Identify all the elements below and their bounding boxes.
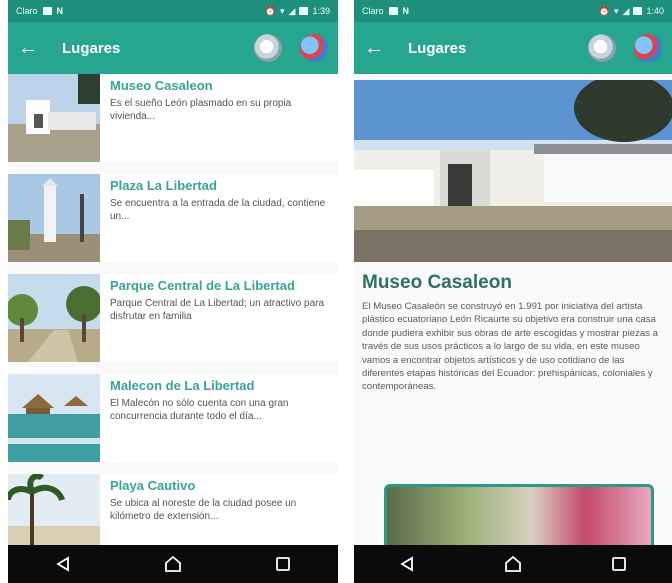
status-bar: Claro N ⏰ ▾ ◢ 1:39 (8, 0, 338, 22)
arrow-left-icon[interactable]: ← (364, 37, 394, 60)
museum-photo (8, 74, 100, 162)
clock-label: 1:39 (312, 6, 330, 16)
park-photo (8, 274, 102, 362)
place-detail-screen: Claro N ⏰ ▾ ◢ 1:40 ← Lugares Museo Casal… (354, 0, 672, 583)
nav-home-icon[interactable] (499, 550, 527, 578)
museum-facade-photo (354, 80, 672, 262)
place-title: Playa Cautivo (110, 478, 196, 493)
place-description: Se ubica al noreste de la ciudad posee u… (110, 498, 297, 522)
list-item[interactable]: Malecon de La Libertad El Malecón no sól… (8, 374, 338, 462)
signal-icon: ◢ (622, 5, 630, 16)
nav-home-icon[interactable] (159, 550, 187, 578)
detail-title: Museo Casaleon (362, 272, 512, 293)
beach-photo (8, 473, 100, 545)
carrier-label: Claro (16, 6, 38, 16)
list-item[interactable]: Playa Cautivo Se ubica al noreste de la … (8, 473, 338, 545)
place-description: Parque Central de La Libertad; un atract… (110, 298, 325, 322)
navigation-bar (354, 545, 672, 583)
carrier-label: Claro (362, 6, 384, 16)
n-notification-icon: N (56, 6, 64, 16)
place-title: Plaza La Libertad (110, 178, 217, 193)
nav-recents-icon[interactable] (605, 550, 633, 578)
plaza-photo (8, 174, 100, 262)
wifi-icon: ▾ (614, 5, 619, 16)
clock-label: 1:40 (646, 6, 664, 16)
place-hero-image (354, 80, 672, 262)
list-item[interactable]: Museo Casaleon Es el sueño León plasmado… (8, 74, 338, 162)
place-thumbnail (8, 74, 100, 162)
search-icon[interactable] (254, 34, 282, 62)
places-list-screen: Claro N ⏰ ▾ ◢ 1:39 ← Lugares Museo Casal… (8, 0, 338, 583)
app-bar: ← Lugares (8, 22, 338, 74)
arrow-left-icon[interactable]: ← (18, 37, 48, 60)
nav-back-icon[interactable] (393, 550, 421, 578)
app-title: Lugares (408, 39, 467, 57)
alarm-icon: ⏰ (598, 5, 611, 16)
list-item[interactable]: Plaza La Libertad Se encuentra a la entr… (8, 174, 338, 262)
alarm-icon: ⏰ (264, 5, 277, 16)
nav-back-icon[interactable] (49, 550, 77, 578)
nav-recents-icon[interactable] (269, 550, 297, 578)
navigation-bar (8, 545, 338, 583)
app-bar: ← Lugares (354, 22, 672, 74)
wifi-icon: ▾ (280, 5, 285, 16)
app-title: Lugares (62, 39, 121, 57)
globe-icon[interactable] (300, 34, 328, 62)
battery-icon (299, 7, 309, 15)
status-bar: Claro N ⏰ ▾ ◢ 1:40 (354, 0, 672, 22)
place-title: Malecon de La Libertad (110, 378, 255, 393)
place-title: Museo Casaleon (110, 78, 213, 93)
place-description: Es el sueño León plasmado en su propia v… (110, 98, 292, 122)
place-title: Parque Central de La Libertad (110, 278, 295, 293)
signal-icon: ◢ (288, 5, 296, 16)
places-list: Museo Casaleon Es el sueño León plasmado… (8, 74, 338, 545)
photo-notification-icon (42, 7, 52, 15)
malecon-photo (8, 374, 100, 462)
search-icon[interactable] (588, 34, 616, 62)
detail-description: El Museo Casaleón se construyó en 1.991 … (362, 301, 658, 393)
place-thumbnail (8, 374, 100, 462)
photo-notification-icon (388, 7, 398, 15)
n-notification-icon: N (402, 6, 410, 16)
place-thumbnail (8, 274, 102, 362)
battery-icon (633, 7, 643, 15)
place-thumbnail (8, 174, 100, 262)
place-description: El Malecón no sólo cuenta con una gran c… (110, 398, 289, 422)
place-description: Se encuentra a la entrada de la ciudad, … (110, 198, 326, 222)
globe-icon[interactable] (634, 34, 662, 62)
secondary-photo[interactable] (384, 484, 654, 554)
place-thumbnail (8, 473, 100, 545)
list-item[interactable]: Parque Central de La Libertad Parque Cen… (8, 274, 338, 362)
